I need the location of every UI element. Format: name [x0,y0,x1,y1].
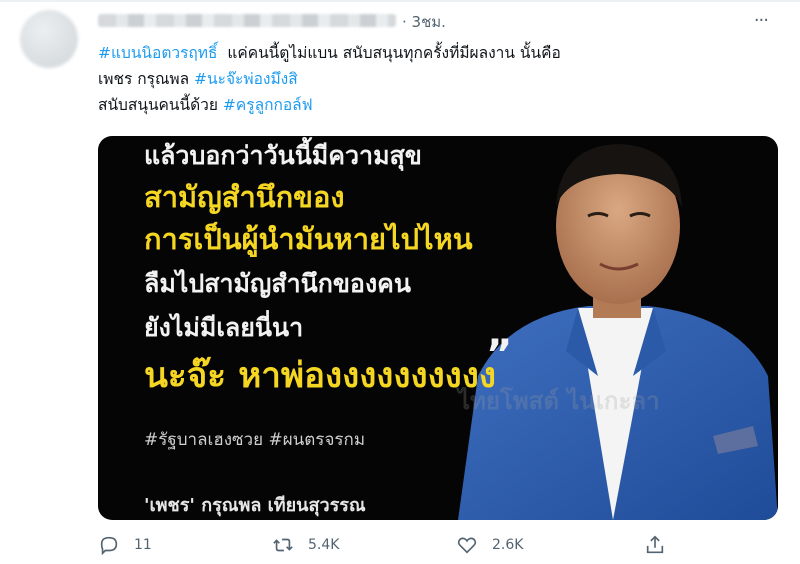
avatar[interactable] [20,10,78,68]
tweet-timestamp[interactable]: · 3ชม. [402,10,446,34]
image-text-line: แล้วบอกว่าวันนี้มีความสุข [144,141,422,170]
tweet-text-segment: สนับสนุนคนนี้ด้วย [98,96,223,114]
share-icon [646,535,664,554]
image-text-line: นะจ๊ะ หาพ่องงงงงงงงงง [144,356,496,396]
reply-count: 11 [134,537,152,553]
share-button[interactable] [644,533,666,557]
top-divider [0,0,800,2]
tweet-text-segment: แค่คนนี้ตูไม่แบน สนับสนุนทุกครั้งที่มีผล… [217,44,561,62]
tweet-line-2: เพชร กรุณพล #นะจ๊ะพ่องมึงสิ [98,66,738,92]
image-text-line: ยังไม่มีเลยนี่นา [144,313,304,342]
reply-icon [100,536,118,556]
tweet-text-segment: เพชร กรุณพล [98,70,195,88]
hashtag-link[interactable]: #นะจ๊ะพ่องมึงสิ [194,70,298,88]
like-icon [457,537,477,554]
image-hashtags: #รัฐบาลเฮงซวย #ผนตรจรกม [144,430,366,450]
image-watermark: ไทยโพสต์ ไนเกะลา [458,387,660,415]
image-text-line: การเป็นผู้นำมันหายไปไหน [144,222,473,256]
retweet-button[interactable]: 5.4K [272,533,339,557]
quote-mark: ” [486,332,513,378]
like-count: 2.6K [492,537,524,553]
tweet-media-image[interactable]: แล้วบอกว่าวันนี้มีความสุข สามัญสำนึกของ … [98,136,778,520]
retweet-icon [273,538,293,552]
tweet-line-3: สนับสนุนคนนี้ด้วย #ครูลูกกอล์ฟ [98,92,738,118]
portrait-photo [458,144,778,520]
image-credit: 'เพชร' กรุณพล เทียนสุวรรณ [144,495,366,516]
blurred-author-name[interactable] [98,14,396,27]
tweet-line-1: #แบนนิอตวรฤทธิ์ แค่คนนี้ตูไม่แบน สนับสนุ… [98,40,738,66]
hashtag-link[interactable]: #แบนนิอตวรฤทธิ์ [98,44,217,62]
image-text-line: ลืมไปสามัญสำนึกของคน [144,269,411,298]
tweet-header: · 3ชม. ··· [98,8,778,32]
tweet-actions: 11 5.4K 2.6K [98,533,778,557]
more-icon[interactable]: ··· [754,10,769,31]
reply-button[interactable]: 11 [98,533,152,557]
retweet-count: 5.4K [308,537,340,553]
image-text-line: สามัญสำนึกของ [144,180,345,214]
like-button[interactable]: 2.6K [456,533,523,557]
tweet-text: #แบนนิอตวรฤทธิ์ แค่คนนี้ตูไม่แบน สนับสนุ… [98,40,738,118]
hashtag-link[interactable]: #ครูลูกกอล์ฟ [223,96,313,114]
